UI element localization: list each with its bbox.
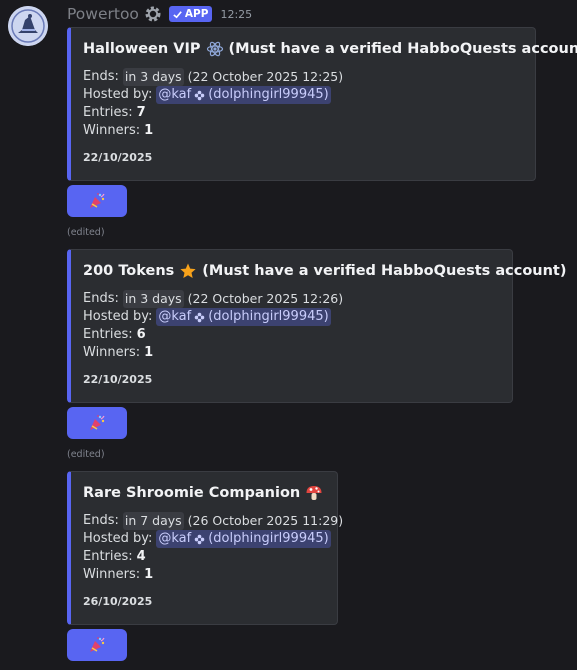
enter-giveaway-button[interactable]	[67, 629, 127, 661]
hosted-row: Hosted by: @kaf (dolphingirl99945)	[83, 86, 521, 104]
ends-absolute: (22 October 2025 12:25)	[187, 69, 344, 84]
atom-icon	[206, 40, 224, 58]
hosted-row: Hosted by: @kaf (dolphingirl99945)	[83, 308, 498, 326]
hosted-label: Hosted by:	[83, 87, 153, 102]
ends-label: Ends:	[83, 291, 119, 306]
ends-label: Ends:	[83, 69, 119, 84]
entries-row: Entries: 6	[83, 326, 498, 344]
entries-count: 7	[136, 105, 146, 120]
embed-footer-date: 22/10/2025	[83, 151, 153, 164]
gear-icon	[143, 4, 163, 24]
entries-count: 6	[136, 327, 146, 342]
ends-absolute: (26 October 2025 11:29)	[187, 513, 344, 528]
giveaway-embed: 200 Tokens (Must have a verified HabboQu…	[67, 249, 566, 403]
winners-count: 1	[144, 567, 154, 582]
embed-body: Ends: in 3 days (22 October 2025 12:25) …	[83, 68, 521, 140]
ends-absolute: (22 October 2025 12:26)	[187, 291, 344, 306]
enter-giveaway-button[interactable]	[67, 407, 127, 439]
hosted-label: Hosted by:	[83, 531, 153, 546]
party-popper-icon	[90, 415, 105, 430]
winners-count: 1	[144, 123, 154, 138]
giveaway-embed: Rare Shroomie Companion Ends: in 7 days …	[67, 471, 343, 625]
host-name: (dolphingirl99945)	[208, 309, 329, 324]
message-header: Powertoo APP 12:25	[67, 3, 252, 25]
embed-body: Ends: in 7 days (26 October 2025 11:29) …	[83, 512, 343, 584]
message-timestamp[interactable]: 12:25	[220, 8, 252, 21]
hosted-label: Hosted by:	[83, 309, 153, 324]
flower-icon	[194, 534, 205, 544]
app-badge: APP	[168, 6, 213, 22]
edited-label: (edited)	[67, 449, 105, 460]
embed-title-text: Halloween VIP	[83, 41, 201, 57]
embed-title-suffix: (Must have a verified HabboQuests accoun…	[228, 41, 577, 57]
ends-row: Ends: in 7 days (26 October 2025 11:29)	[83, 512, 343, 530]
host-name: (dolphingirl99945)	[208, 87, 329, 102]
username[interactable]: Powertoo	[67, 5, 139, 23]
entries-row: Entries: 7	[83, 104, 521, 122]
embed-title-text: 200 Tokens	[83, 263, 175, 279]
ends-label: Ends:	[83, 513, 119, 528]
avatar[interactable]	[8, 6, 48, 46]
entries-count: 4	[136, 549, 146, 564]
embed-title: Rare Shroomie Companion	[83, 483, 323, 503]
winners-label: Winners:	[83, 123, 141, 138]
ends-row: Ends: in 3 days (22 October 2025 12:26)	[83, 290, 498, 308]
party-popper-icon	[90, 637, 105, 652]
entries-label: Entries:	[83, 549, 133, 564]
check-icon	[173, 10, 182, 18]
flower-icon	[194, 312, 205, 322]
embed-footer-date: 22/10/2025	[83, 373, 153, 386]
winners-row: Winners: 1	[83, 566, 323, 584]
witch-hat-avatar-icon	[8, 6, 48, 46]
host-mention[interactable]: @kaf (dolphingirl99945)	[156, 86, 331, 104]
host-name: (dolphingirl99945)	[208, 531, 329, 546]
host-mention[interactable]: @kaf (dolphingirl99945)	[156, 530, 331, 548]
ends-relative[interactable]: in 7 days	[122, 512, 184, 530]
winners-row: Winners: 1	[83, 344, 498, 362]
enter-giveaway-button[interactable]	[67, 185, 127, 217]
app-badge-label: APP	[184, 8, 209, 20]
embed-body: Ends: in 3 days (22 October 2025 12:26) …	[83, 290, 498, 362]
ends-relative[interactable]: in 3 days	[122, 290, 184, 308]
winners-row: Winners: 1	[83, 122, 521, 140]
winners-count: 1	[144, 345, 154, 360]
embed-footer-date: 26/10/2025	[83, 595, 153, 608]
ends-row: Ends: in 3 days (22 October 2025 12:25)	[83, 68, 521, 86]
host-mention-text: @kaf	[158, 87, 192, 102]
star-icon	[179, 262, 197, 280]
hosted-row: Hosted by: @kaf (dolphingirl99945)	[83, 530, 331, 548]
entries-label: Entries:	[83, 105, 133, 120]
entries-row: Entries: 4	[83, 548, 323, 566]
winners-label: Winners:	[83, 567, 141, 582]
mushroom-icon	[305, 484, 323, 502]
edited-label: (edited)	[67, 227, 105, 238]
embed-title-suffix: (Must have a verified HabboQuests accoun…	[202, 263, 567, 279]
embed-title: Halloween VIP (Must have a verified Habb…	[83, 39, 577, 59]
flower-icon	[194, 90, 205, 100]
host-mention-text: @kaf	[158, 531, 192, 546]
bot-message: Powertoo APP 12:25 Halloween VIP (Must h…	[0, 0, 577, 670]
giveaway-embed: Halloween VIP (Must have a verified Habb…	[67, 27, 577, 181]
embed-title-text: Rare Shroomie Companion	[83, 485, 301, 501]
ends-relative[interactable]: in 3 days	[122, 68, 184, 86]
winners-label: Winners:	[83, 345, 141, 360]
entries-label: Entries:	[83, 327, 133, 342]
party-popper-icon	[90, 193, 105, 208]
host-mention-text: @kaf	[158, 309, 192, 324]
embed-title: 200 Tokens (Must have a verified HabboQu…	[83, 261, 566, 281]
host-mention[interactable]: @kaf (dolphingirl99945)	[156, 308, 331, 326]
